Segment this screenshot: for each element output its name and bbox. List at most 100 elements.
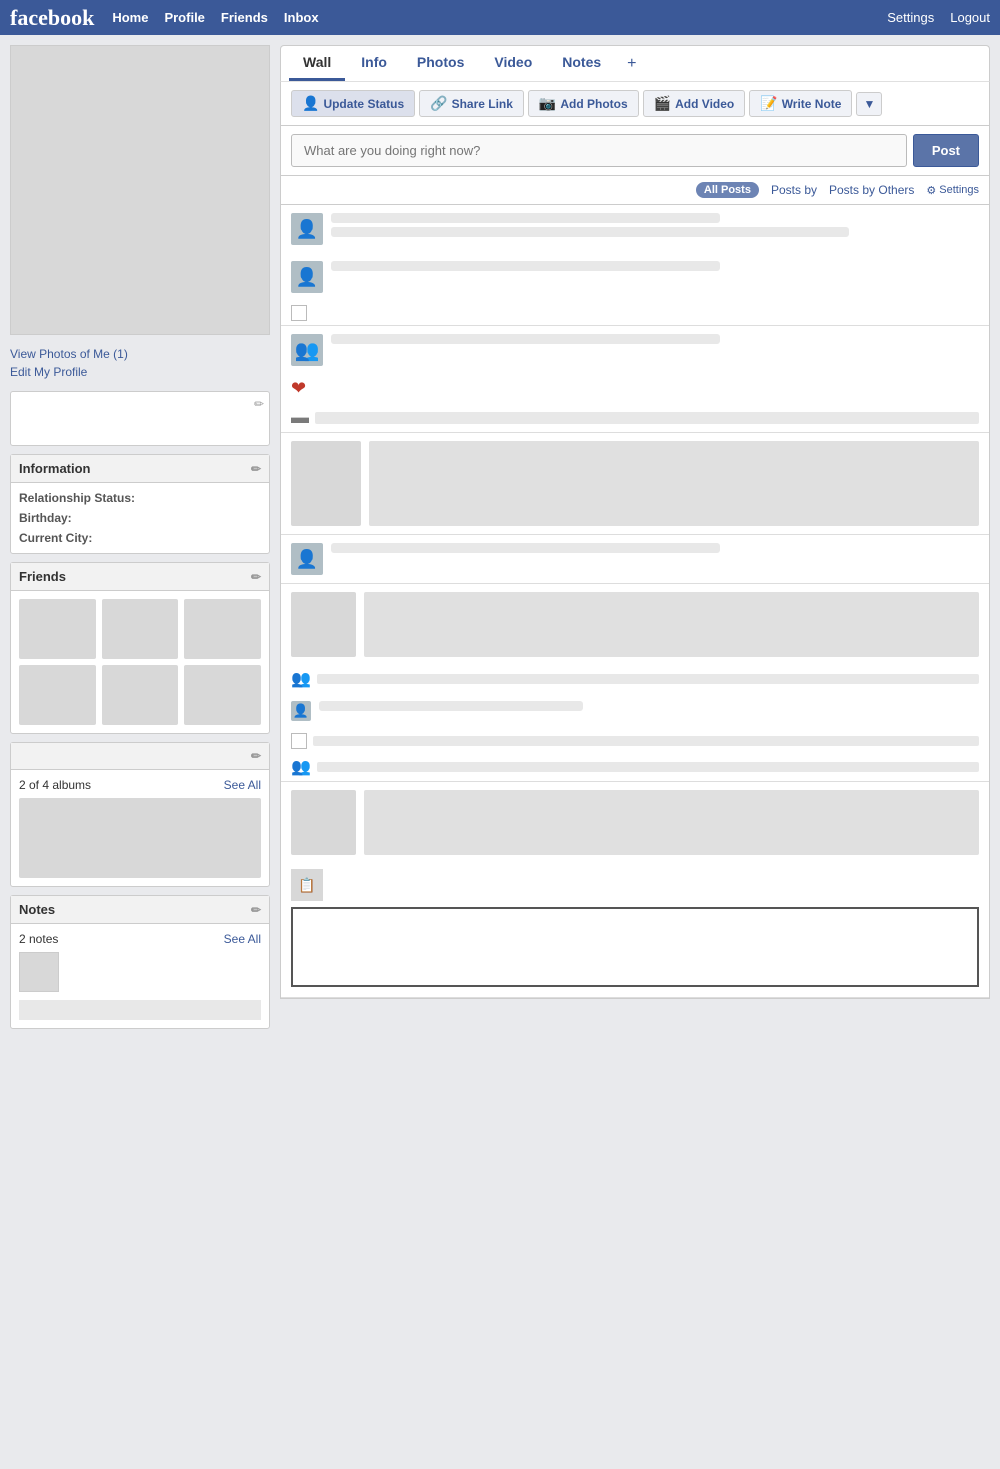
nav-inbox[interactable]: Inbox <box>284 10 319 25</box>
tab-info[interactable]: Info <box>347 46 401 81</box>
feed-checkbox-row-2 <box>281 729 989 753</box>
feed-avatar-1: 👤 <box>291 213 323 245</box>
notes-see-all[interactable]: See All <box>224 932 261 946</box>
feed-checkbox[interactable] <box>291 305 307 321</box>
note-icon-box: 📋 <box>291 869 323 901</box>
feed-line <box>331 227 849 237</box>
friends-edit-icon[interactable]: ✏ <box>251 570 261 584</box>
posts-by-filter[interactable]: Posts by <box>771 183 817 197</box>
post-input[interactable] <box>291 134 907 167</box>
friend-thumb-3[interactable] <box>184 599 261 659</box>
bio-edit-icon[interactable]: ✏ <box>254 397 264 411</box>
person-icon: 👤 <box>302 95 319 112</box>
nav-friends[interactable]: Friends <box>221 10 268 25</box>
feed-item-2: 👤 <box>281 253 989 301</box>
feed-line <box>331 334 720 344</box>
album-thumbnail[interactable] <box>19 798 261 878</box>
feed-line <box>331 543 720 553</box>
media-thumbnail-1[interactable] <box>291 441 361 526</box>
add-video-button[interactable]: 🎬 Add Video <box>643 90 746 117</box>
actions-dropdown[interactable]: ▼ <box>856 92 882 116</box>
feed-media-item-2 <box>281 584 989 665</box>
nav-home[interactable]: Home <box>112 10 148 25</box>
friend-thumb-4[interactable] <box>19 665 96 725</box>
feed-avatar-4: 👤 <box>291 543 323 575</box>
note-thumbnail[interactable] <box>19 952 59 992</box>
media-content-2 <box>364 592 979 657</box>
link-icon: 🔗 <box>430 95 447 112</box>
albums-section: ✏ 2 of 4 albums See All <box>10 742 270 887</box>
feed-item-1: 👤 <box>281 205 989 253</box>
tab-photos[interactable]: Photos <box>403 46 478 81</box>
feed-line <box>331 261 720 271</box>
tabs-bar: Wall Info Photos Video Notes + <box>280 45 990 81</box>
feed-line <box>319 701 583 711</box>
feed-section-3 <box>281 433 989 535</box>
nav-right: Settings Logout <box>887 10 990 25</box>
photo-icon: 📷 <box>539 95 556 112</box>
note-textarea-box[interactable] <box>291 907 979 987</box>
friend-thumb-1[interactable] <box>19 599 96 659</box>
nav-profile[interactable]: Profile <box>164 10 204 25</box>
friend-thumb-6[interactable] <box>184 665 261 725</box>
albums-header: ✏ <box>11 743 269 770</box>
tab-wall[interactable]: Wall <box>289 46 345 81</box>
nav-settings[interactable]: Settings <box>887 10 934 25</box>
feed-section-5: 👥 👤 👥 <box>281 584 989 782</box>
all-posts-filter[interactable]: All Posts <box>696 182 759 198</box>
friend-thumb-5[interactable] <box>102 665 179 725</box>
nav-links: Home Profile Friends Inbox <box>112 10 318 25</box>
feed-heart-row: ❤ <box>281 374 989 403</box>
friends-grid <box>11 591 269 733</box>
information-edit-icon[interactable]: ✏ <box>251 462 261 476</box>
group-icon-2: 👥 <box>291 757 311 777</box>
tab-add[interactable]: + <box>617 47 646 81</box>
filter-settings[interactable]: ⚙ Settings <box>926 184 979 197</box>
update-status-button[interactable]: 👤 Update Status <box>291 90 415 117</box>
nav-logout[interactable]: Logout <box>950 10 990 25</box>
feed-media-item-3 <box>281 782 989 859</box>
write-note-button[interactable]: 📝 Write Note <box>749 90 852 117</box>
albums-content: 2 of 4 albums See All <box>11 770 269 886</box>
feed-checkbox-2[interactable] <box>291 733 307 749</box>
information-section: Information ✏ Relationship Status: Birth… <box>10 454 270 554</box>
feed-section-2: 👥 ❤ ▬ <box>281 326 989 433</box>
note-header: 📋 <box>291 869 979 901</box>
tab-notes[interactable]: Notes <box>548 46 615 81</box>
feed-section-6: 📋 <box>281 782 989 998</box>
birthday-row: Birthday: <box>19 511 261 525</box>
feed-film-row: ▬ <box>281 403 989 432</box>
media-thumbnail-2[interactable] <box>291 592 356 657</box>
feed-item-3: 👥 <box>281 326 989 374</box>
friend-thumb-2[interactable] <box>102 599 179 659</box>
feed: 👤 👤 <box>280 205 990 999</box>
share-link-label: Share Link <box>452 97 513 111</box>
post-button[interactable]: Post <box>913 134 979 167</box>
edit-profile-link[interactable]: Edit My Profile <box>10 365 270 379</box>
notes-count: 2 notes <box>19 932 58 946</box>
film-icon: ▬ <box>291 407 309 428</box>
feed-media-item-1 <box>281 433 989 534</box>
note-icon: 📝 <box>760 95 777 112</box>
media-content-1 <box>369 441 979 526</box>
media-thumbnail-3[interactable] <box>291 790 356 855</box>
feed-content-1 <box>331 213 979 241</box>
note-box-icon: 📋 <box>298 877 315 894</box>
birthday-label: Birthday: <box>19 511 72 525</box>
posts-by-others-filter[interactable]: Posts by Others <box>829 183 914 197</box>
notes-edit-icon[interactable]: ✏ <box>251 903 261 917</box>
friends-header: Friends ✏ <box>11 563 269 591</box>
albums-see-all[interactable]: See All <box>224 778 261 792</box>
profile-photo <box>10 45 270 335</box>
albums-edit-icon[interactable]: ✏ <box>251 749 261 763</box>
friends-section: Friends ✏ <box>10 562 270 734</box>
feed-content-3 <box>331 334 979 348</box>
post-box: Post <box>280 126 990 176</box>
current-city-row: Current City: <box>19 531 261 545</box>
feed-avatar-3: 👥 <box>291 334 323 366</box>
action-bar: 👤 Update Status 🔗 Share Link 📷 Add Photo… <box>280 81 990 126</box>
share-link-button[interactable]: 🔗 Share Link <box>419 90 524 117</box>
add-photos-button[interactable]: 📷 Add Photos <box>528 90 639 117</box>
tab-video[interactable]: Video <box>480 46 546 81</box>
view-photos-link[interactable]: View Photos of Me (1) <box>10 347 270 361</box>
